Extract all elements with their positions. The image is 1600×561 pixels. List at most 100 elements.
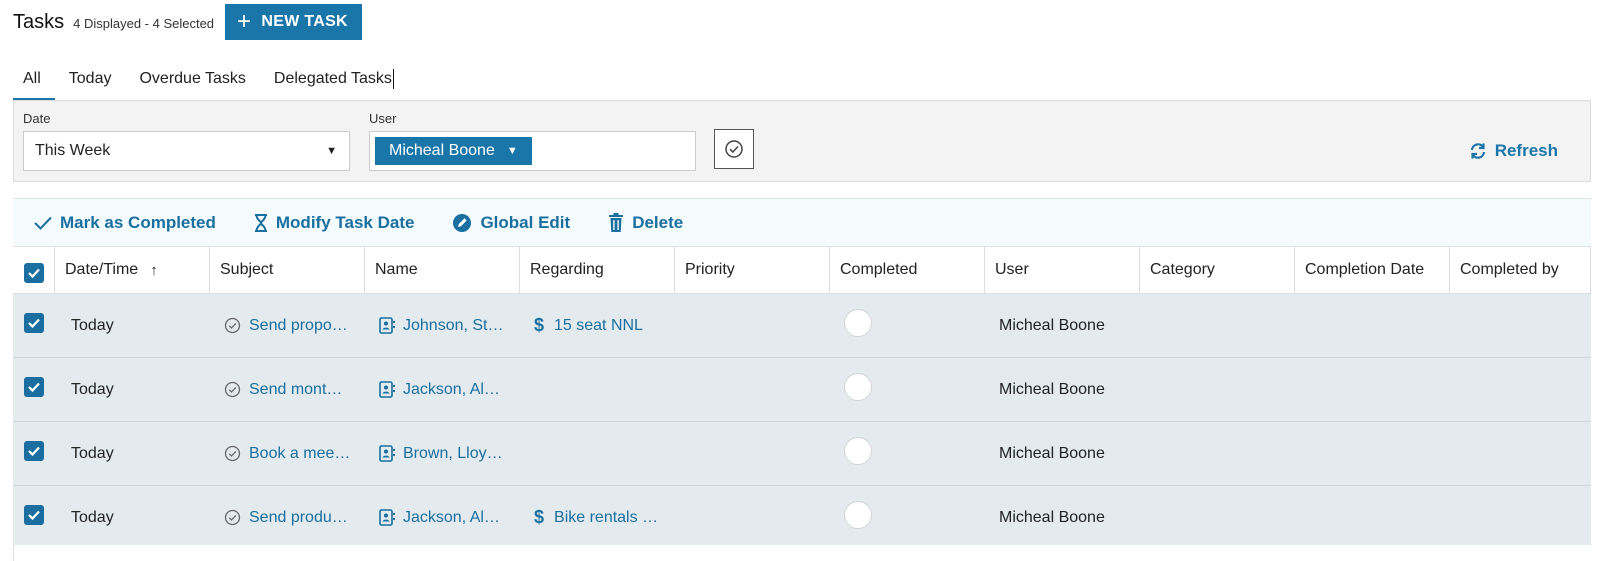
mark-completed-button[interactable]: Mark as Completed bbox=[34, 213, 216, 233]
contact-link[interactable]: Jackson, Al… bbox=[379, 509, 500, 527]
date-cell: Today bbox=[71, 316, 114, 334]
row-checkbox[interactable] bbox=[24, 312, 44, 333]
checkmark-icon bbox=[28, 382, 40, 392]
dollar-icon: $ bbox=[534, 315, 545, 335]
completed-by-cell bbox=[1450, 294, 1591, 357]
date-cell: Today bbox=[71, 508, 114, 526]
checkmark-icon bbox=[28, 318, 40, 328]
check-circle-icon bbox=[725, 140, 743, 158]
contact-card-icon bbox=[379, 317, 395, 334]
table-row[interactable]: Today Send produ… Jackson, Al… $ Bike ren… bbox=[13, 486, 1591, 550]
row-checkbox[interactable] bbox=[24, 376, 44, 397]
column-header-category[interactable]: Category bbox=[1140, 247, 1295, 293]
refresh-label: Refresh bbox=[1494, 141, 1558, 160]
modify-task-date-button[interactable]: Modify Task Date bbox=[254, 213, 414, 233]
date-cell: Today bbox=[71, 444, 114, 462]
row-checkbox[interactable] bbox=[24, 504, 44, 525]
page-header: Tasks 4 Displayed - 4 Selected + NEW TAS… bbox=[13, 4, 362, 40]
user-chip[interactable]: Micheal Boone ▼ bbox=[375, 137, 532, 165]
category-cell bbox=[1140, 422, 1295, 485]
new-task-label: NEW TASK bbox=[261, 13, 348, 30]
subject-link[interactable]: Send mont… bbox=[224, 381, 342, 399]
page-title: Tasks bbox=[13, 10, 65, 33]
contact-link[interactable]: Brown, Lloy… bbox=[379, 445, 503, 463]
subject-link[interactable]: Send produ… bbox=[224, 509, 348, 527]
completed-by-cell bbox=[1450, 486, 1591, 549]
global-edit-button[interactable]: Global Edit bbox=[452, 213, 570, 233]
completion-date-cell bbox=[1295, 358, 1450, 421]
apply-filter-button[interactable] bbox=[714, 129, 754, 169]
completed-toggle[interactable] bbox=[844, 500, 872, 529]
text-cursor bbox=[392, 69, 394, 89]
completion-date-cell bbox=[1295, 294, 1450, 357]
priority-cell bbox=[675, 358, 830, 421]
view-tabs: All Today Overdue Tasks Delegated Tasks bbox=[13, 58, 408, 100]
column-header-completed-by[interactable]: Completed by bbox=[1450, 247, 1591, 293]
user-cell: Micheal Boone bbox=[999, 508, 1105, 526]
filter-bar: Date This Week ▼ User Micheal Boone ▼ Re… bbox=[13, 100, 1591, 182]
completion-date-cell bbox=[1295, 422, 1450, 485]
regarding-cell bbox=[520, 422, 675, 485]
refresh-icon bbox=[1470, 143, 1485, 159]
user-cell: Micheal Boone bbox=[999, 380, 1105, 398]
table-row[interactable]: Today Send propo… Johnson, St… $15 seat … bbox=[13, 294, 1591, 358]
user-filter-input[interactable]: Micheal Boone ▼ bbox=[369, 131, 696, 171]
category-cell bbox=[1140, 486, 1295, 549]
column-header-user[interactable]: User bbox=[985, 247, 1140, 293]
select-all-checkbox-cell bbox=[13, 247, 55, 293]
plus-icon: + bbox=[237, 8, 252, 35]
pencil-circle-icon bbox=[453, 213, 472, 232]
column-header-regarding[interactable]: Regarding bbox=[520, 247, 675, 293]
contact-link[interactable]: Johnson, St… bbox=[379, 317, 504, 335]
checkmark-icon bbox=[28, 510, 40, 520]
column-header-subject[interactable]: Subject bbox=[210, 247, 365, 293]
date-filter-select[interactable]: This Week ▼ bbox=[23, 131, 350, 171]
table-footer-space bbox=[13, 545, 1591, 561]
opportunity-link[interactable]: $15 seat NNL bbox=[534, 315, 643, 336]
priority-cell bbox=[675, 486, 830, 549]
task-check-icon bbox=[224, 509, 241, 526]
table-row[interactable]: Today Send mont… Jackson, Al… Micheal Bo… bbox=[13, 358, 1591, 422]
task-check-icon bbox=[224, 317, 241, 334]
row-checkbox[interactable] bbox=[24, 440, 44, 461]
column-header-completion-date[interactable]: Completion Date bbox=[1295, 247, 1450, 293]
completed-toggle[interactable] bbox=[844, 308, 872, 337]
dropdown-arrow-icon: ▼ bbox=[326, 145, 337, 157]
checkmark-icon bbox=[27, 268, 40, 279]
user-filter-label: User bbox=[369, 111, 397, 126]
completion-date-cell bbox=[1295, 486, 1450, 549]
priority-cell bbox=[675, 294, 830, 357]
select-all-checkbox[interactable] bbox=[23, 263, 44, 283]
tab-all[interactable]: All bbox=[13, 58, 55, 100]
subject-link[interactable]: Send propo… bbox=[224, 317, 348, 335]
column-header-priority[interactable]: Priority bbox=[675, 247, 830, 293]
tab-delegated-tasks[interactable]: Delegated Tasks bbox=[260, 58, 408, 100]
table-row[interactable]: Today Book a mee… Brown, Lloy… Micheal B… bbox=[13, 422, 1591, 486]
contact-card-icon bbox=[379, 381, 395, 398]
tab-overdue-tasks[interactable]: Overdue Tasks bbox=[125, 58, 259, 100]
bulk-action-bar: Mark as Completed Modify Task Date Globa… bbox=[13, 198, 1591, 246]
completed-toggle[interactable] bbox=[844, 436, 872, 465]
refresh-button[interactable]: Refresh bbox=[1469, 141, 1558, 161]
table-header: Date/Time ↑ Subject Name Regarding Priori… bbox=[13, 246, 1591, 294]
hourglass-icon bbox=[254, 213, 267, 232]
date-filter-value: This Week bbox=[35, 142, 111, 159]
date-cell: Today bbox=[71, 380, 114, 398]
contact-link[interactable]: Jackson, Al… bbox=[379, 381, 500, 399]
subject-link[interactable]: Book a mee… bbox=[224, 445, 350, 463]
date-filter-label: Date bbox=[23, 111, 51, 126]
tasks-table: Date/Time ↑ Subject Name Regarding Priori… bbox=[13, 246, 1591, 550]
tab-today[interactable]: Today bbox=[55, 58, 126, 100]
column-header-name[interactable]: Name bbox=[365, 247, 520, 293]
opportunity-link[interactable]: $ Bike rentals … bbox=[534, 507, 658, 528]
regarding-cell bbox=[520, 358, 675, 421]
delete-button[interactable]: Delete bbox=[608, 213, 683, 233]
priority-cell bbox=[675, 422, 830, 485]
column-header-date-time[interactable]: Date/Time ↑ bbox=[55, 247, 210, 293]
column-header-completed[interactable]: Completed bbox=[830, 247, 985, 293]
chevron-down-icon: ▼ bbox=[506, 145, 518, 157]
completed-by-cell bbox=[1450, 422, 1591, 485]
new-task-button[interactable]: + NEW TASK bbox=[225, 4, 362, 40]
completed-toggle[interactable] bbox=[844, 372, 872, 401]
category-cell bbox=[1140, 358, 1295, 421]
